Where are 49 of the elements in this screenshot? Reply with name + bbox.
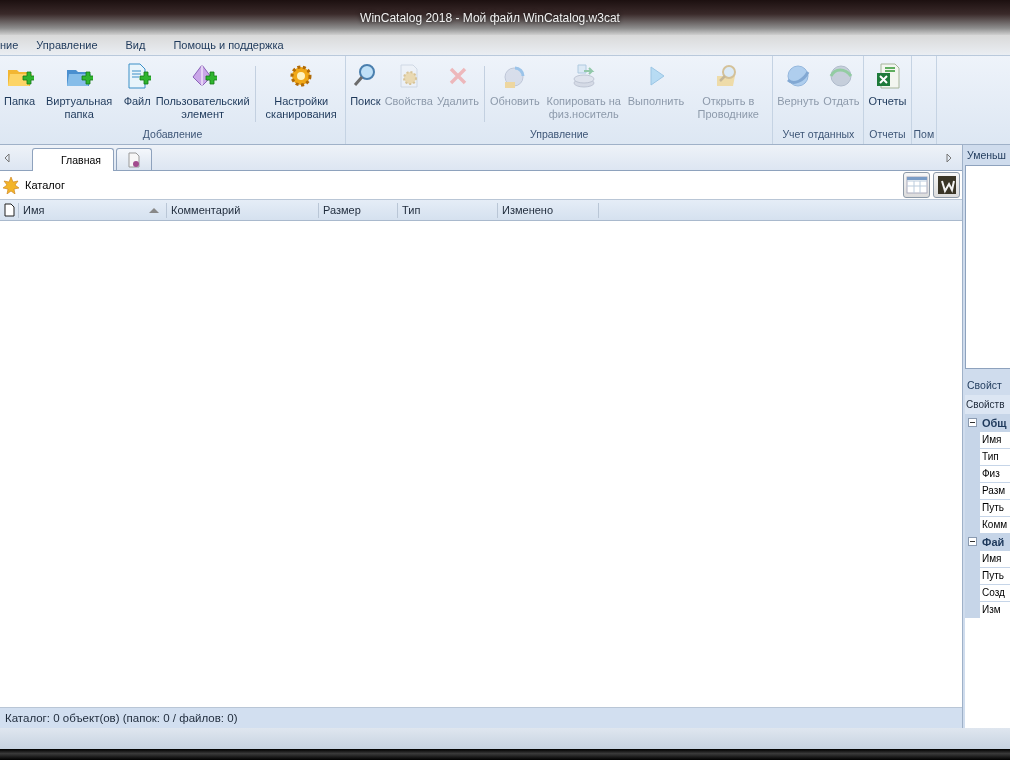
property-group-label: Общ	[982, 416, 1007, 429]
property-name: Изм	[980, 601, 1010, 618]
property-name: Путь	[980, 567, 1010, 584]
group-label: Добавление	[141, 128, 204, 142]
group-label: Пом	[913, 128, 935, 142]
thumbnail-view-icon	[936, 175, 957, 195]
property-name: Созд	[980, 584, 1010, 601]
column-heading[interactable]: Изменено	[498, 202, 599, 218]
star-icon	[2, 176, 20, 194]
panel-title: Свойст	[966, 378, 1003, 393]
property-name: Имя	[980, 550, 1010, 567]
ribbon-button[interactable]: Файл	[121, 62, 154, 108]
column-heading[interactable]: Тип	[398, 202, 498, 218]
table-view-icon	[905, 175, 928, 195]
ribbon-button[interactable]: Папка	[2, 62, 38, 108]
ribbon-button[interactable]: Виртуальная папка	[37, 62, 122, 121]
ribbon-button[interactable]: Поиск	[348, 62, 383, 108]
group-label: Управление	[529, 128, 590, 142]
menu-item[interactable]: Вид	[125, 39, 146, 51]
file-icon	[3, 202, 15, 217]
group-label: Учет отданных	[781, 128, 856, 142]
group-label: Отчеты	[868, 128, 907, 142]
column-heading[interactable]: Комментарий	[167, 202, 319, 218]
property-name: Имя	[980, 431, 1010, 448]
view-button[interactable]	[933, 172, 960, 198]
panel-title: Уменьш	[966, 148, 1007, 163]
tab[interactable]: Главная	[32, 148, 114, 171]
status-text: Каталог: 0 объект(ов) (папок: 0 / файлов: 0)	[5, 712, 238, 724]
tab[interactable]	[115, 148, 152, 170]
property-name: Комм	[980, 516, 1010, 533]
menu-item[interactable]: Управление	[36, 39, 98, 51]
ribbon-button[interactable]: Отчеты	[866, 62, 909, 108]
property-group-label: Фай	[982, 535, 1005, 548]
menu-item[interactable]: ние	[0, 39, 19, 51]
property-name: Разм	[980, 482, 1010, 499]
ribbon-button[interactable]: Настройки сканирования	[259, 62, 344, 121]
document-icon	[126, 151, 141, 168]
property-name: Физ	[980, 465, 1010, 482]
property-name: Путь	[980, 499, 1010, 516]
ribbon-button[interactable]: Пользовательский элемент	[153, 62, 253, 121]
window-title: WinCatalog 2018 - Мой файл WinCatalog.w3cat	[360, 10, 620, 25]
menu-item[interactable]: Помощь и поддержка	[173, 39, 284, 51]
column-heading[interactable]: Имя	[19, 202, 167, 218]
scroll-right-icon	[944, 151, 954, 164]
column-heading[interactable]: Размер	[319, 202, 398, 218]
path-label: Каталог	[25, 179, 65, 191]
scroll-left-icon	[2, 151, 12, 164]
property-name: Тип	[980, 448, 1010, 465]
panel-subtitle: Свойств	[965, 395, 1010, 414]
